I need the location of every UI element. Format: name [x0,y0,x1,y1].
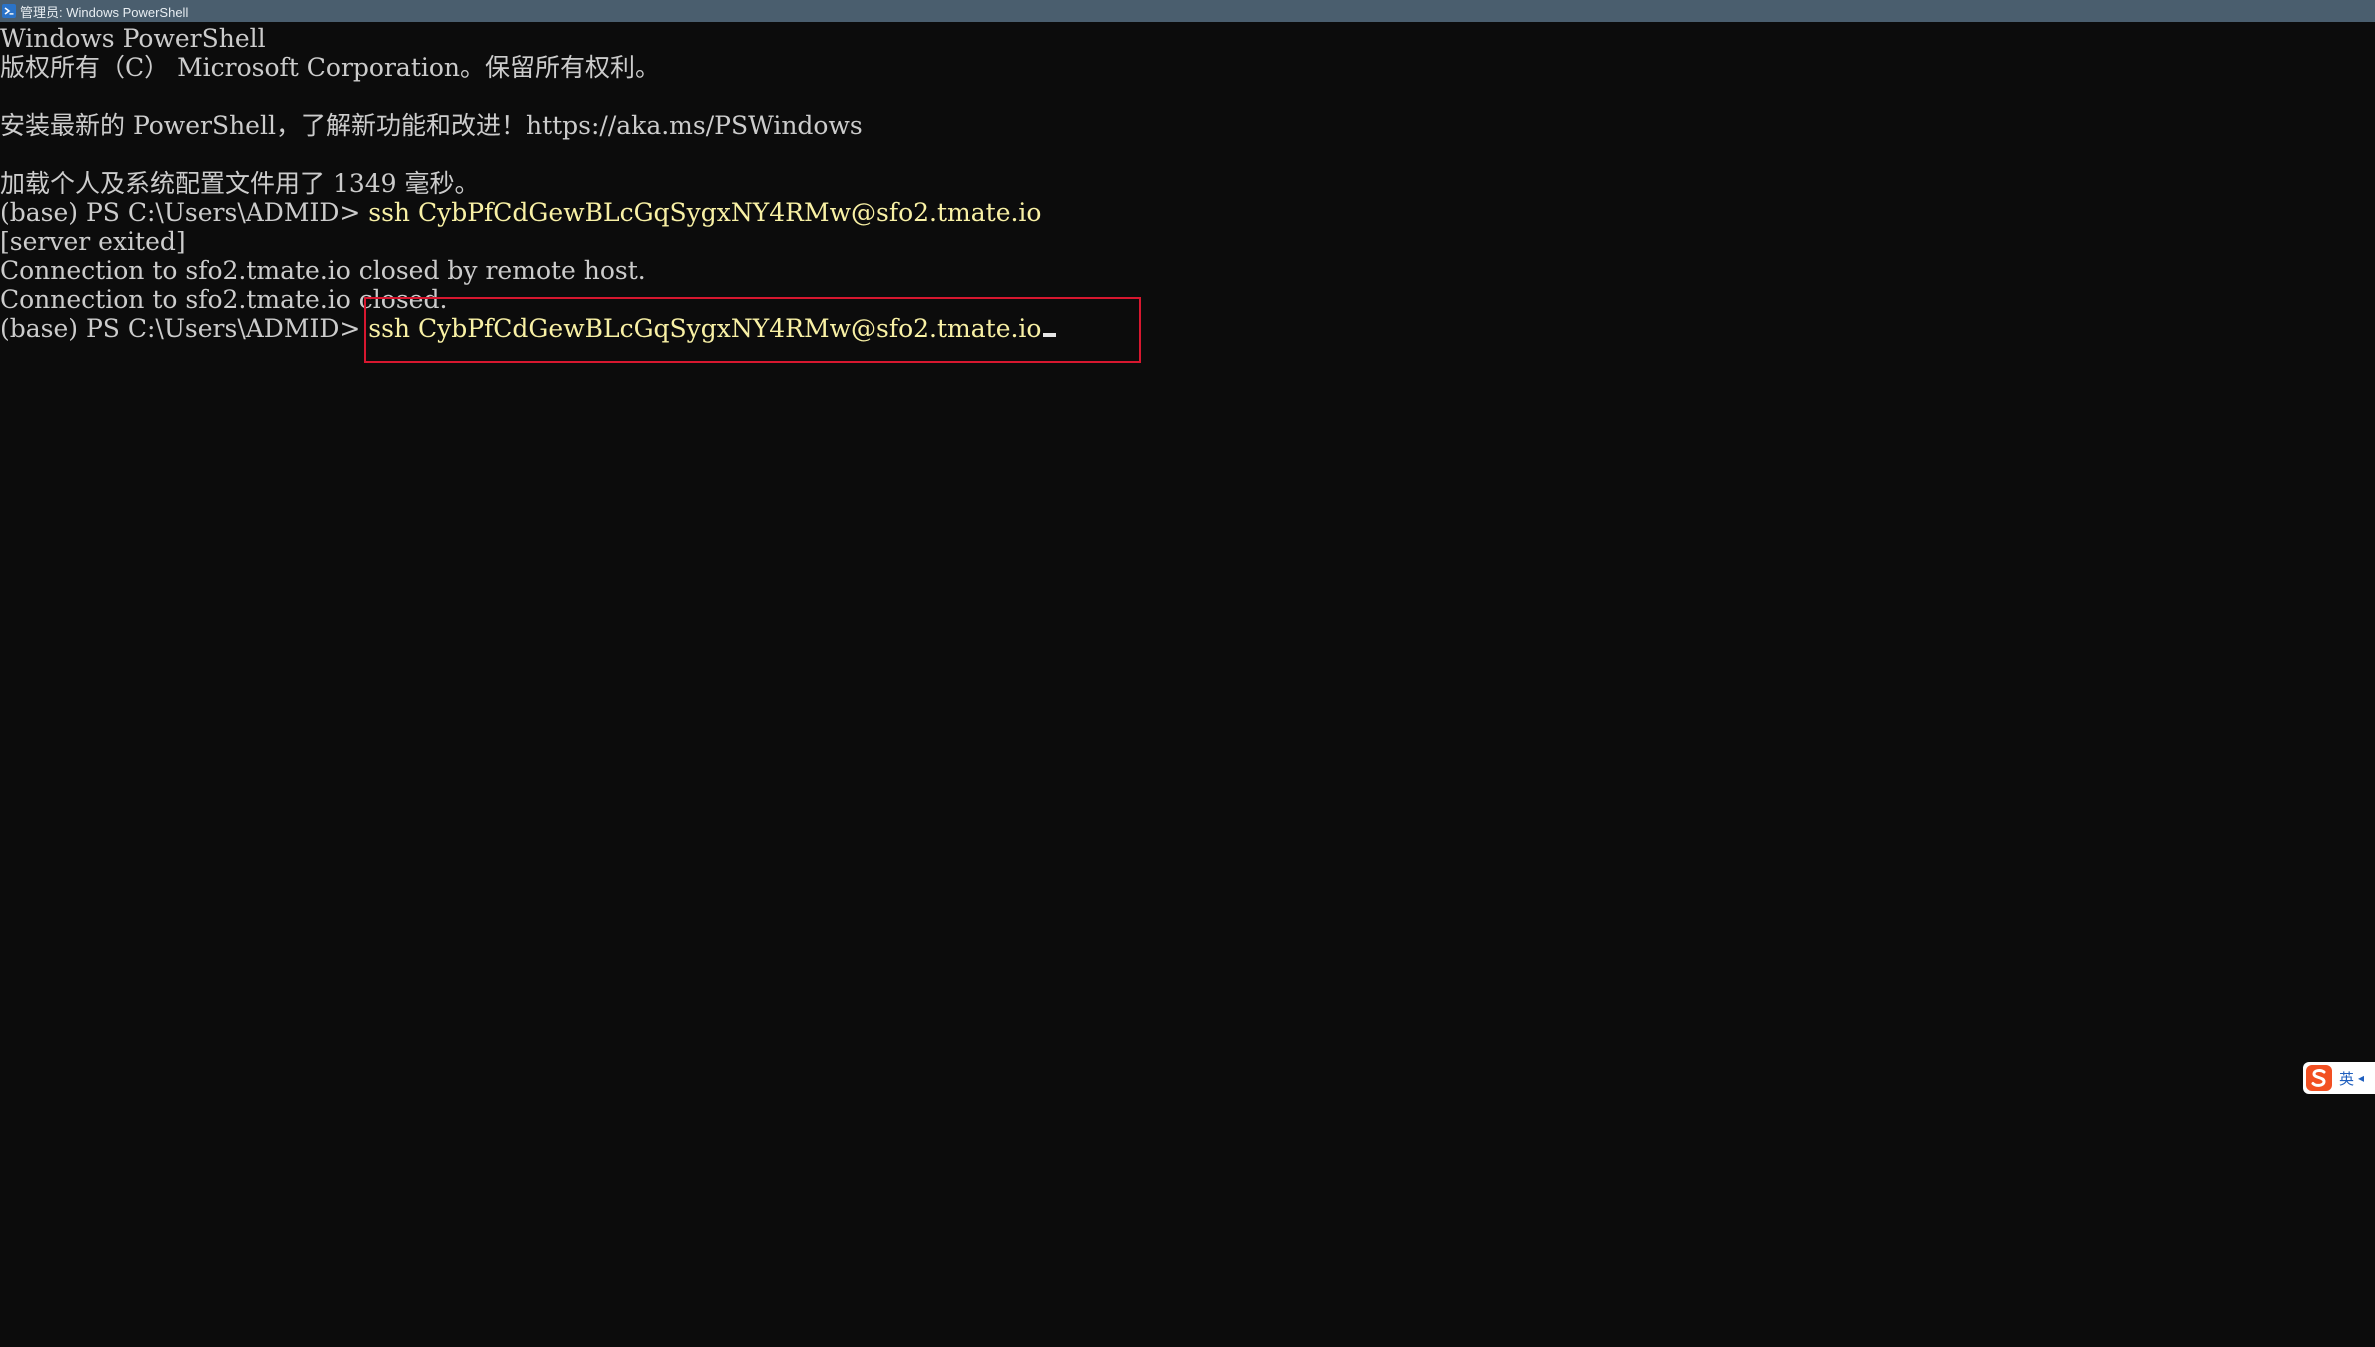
terminal-line: Windows PowerShell [0,24,266,53]
terminal-line: 版权所有（C） Microsoft Corporation。保留所有权利。 [0,53,661,82]
command-line: (base) PS C:\Users\ADMID> ssh CybPfCdGew… [0,198,2375,227]
ime-mode-label: 英 [2339,1069,2355,1088]
current-command-line[interactable]: (base) PS C:\Users\ADMID> ssh CybPfCdGew… [0,314,2375,343]
output-line: Connection to sfo2.tmate.io closed. [0,285,448,314]
window-title: 管理员: Windows PowerShell [20,4,189,20]
output-line: Connection to sfo2.tmate.io closed by re… [0,256,646,285]
command-text: ssh CybPfCdGewBLcGqSygxNY4RMw@sfo2.tmate… [368,198,1042,227]
prompt: (base) PS C:\Users\ADMID> [0,314,369,343]
terminal-line: 安装最新的 PowerShell，了解新功能和改进！https://aka.ms… [0,111,863,140]
terminal-output[interactable]: Windows PowerShell 版权所有（C） Microsoft Cor… [0,24,2375,1347]
powershell-window: 管理员: Windows PowerShell Windows PowerShe… [0,0,2375,1347]
highlight-annotation-box [364,297,1141,363]
terminal-line: 加载个人及系统配置文件用了 1349 毫秒。 [0,169,480,198]
output-line: [server exited] [0,227,186,256]
ime-indicator[interactable]: 英 ◂ [2303,1062,2375,1094]
arrow-icon: ◂ [2358,1071,2365,1085]
sogou-logo-icon [2305,1064,2333,1092]
prompt: (base) PS C:\Users\ADMID> [0,198,369,227]
powershell-icon [2,4,16,18]
title-bar[interactable]: 管理员: Windows PowerShell [0,0,2375,22]
